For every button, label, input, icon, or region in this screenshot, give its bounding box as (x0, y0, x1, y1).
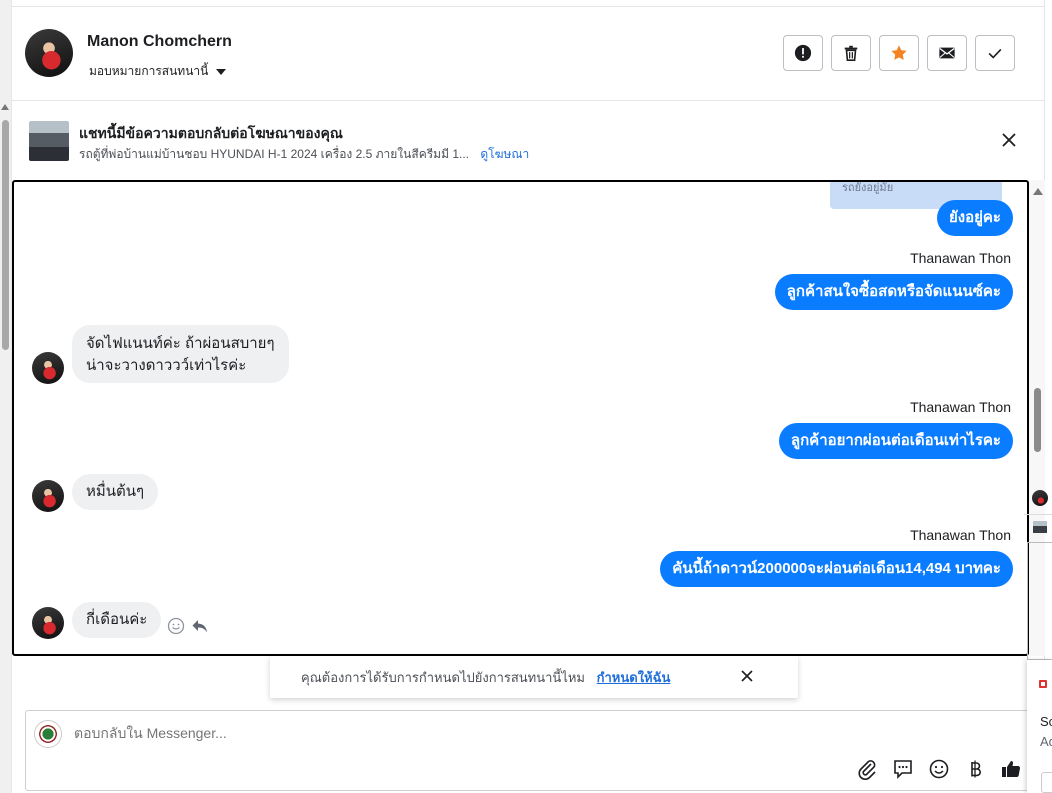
ad-description: รถตู้ที่พ่อบ้านแม่บ้านชอบ HYUNDAI H-1 20… (79, 147, 469, 161)
scroll-up-arrow-icon[interactable] (1033, 188, 1043, 195)
message-bubble-in[interactable]: หมื่นต้นๆ (72, 474, 159, 510)
sender-name: Thanawan Thon (910, 250, 1011, 266)
assign-to-me-link[interactable]: กำหนดให้ฉัน (597, 670, 671, 685)
ad-reply-banner: แชทนี้มีข้อความตอบกลับต่อโฆษณาของคุณ รถต… (12, 101, 1044, 180)
side-panel-box (1027, 542, 1052, 660)
side-panel-text: Ad (1040, 734, 1052, 749)
react-emoji-icon[interactable] (167, 617, 185, 635)
mark-done-button[interactable] (975, 35, 1015, 71)
thread-scrollbar-thumb[interactable] (1034, 388, 1041, 452)
envelope-icon (939, 47, 955, 59)
assign-prompt: คุณต้องการได้รับการกำหนดไปยังการสนทนานี้… (301, 667, 670, 688)
assign-prompt-toast: คุณต้องการได้รับการกำหนดไปยังการสนทนานี้… (270, 656, 798, 698)
exclamation-icon (794, 44, 812, 62)
mark-unread-button[interactable] (927, 35, 967, 71)
emoji-icon[interactable] (928, 758, 950, 780)
message-bubble-out[interactable]: คันนี้ถ้าดาวน์200000จะผ่อนต่อเดือน14,494… (660, 551, 1013, 587)
mark-spam-button[interactable] (783, 35, 823, 71)
ad-thumbnail[interactable] (1033, 521, 1047, 533)
page-scrollbar[interactable] (0, 0, 11, 793)
delete-button[interactable] (831, 35, 871, 71)
caret-down-icon (216, 68, 227, 75)
quoted-text: รถยังอยู่มั้ย (842, 182, 894, 194)
view-ad-link[interactable]: ดูโฆษณา (480, 147, 529, 161)
trash-icon (844, 45, 858, 62)
header-actions (783, 35, 1015, 71)
side-panel-peek: Sc Ad (1024, 484, 1052, 793)
message-bubble-in[interactable]: กี่เดือนค่ะ (72, 602, 162, 638)
contact-avatar-small[interactable] (1032, 490, 1048, 506)
conversation-header: Manon Chomchern มอบหมายการสนทนานี้ (12, 7, 1044, 101)
message-bubble-out[interactable]: ยังอยู่คะ (936, 200, 1013, 236)
contact-avatar-small[interactable] (32, 352, 64, 384)
saved-reply-icon[interactable] (892, 758, 914, 780)
close-icon[interactable] (740, 669, 754, 683)
contact-name[interactable]: Manon Chomchern (87, 33, 232, 51)
reply-icon[interactable] (191, 617, 209, 635)
ad-thumbnail[interactable] (29, 121, 69, 161)
scroll-up-arrow-icon[interactable] (1, 104, 9, 110)
sender-name: Thanawan Thon (910, 399, 1011, 415)
message-line: น่าจะวางดาววว์เท่าไรค่ะ (86, 357, 247, 374)
page-scrollbar-thumb[interactable] (2, 120, 9, 350)
message-line: จัดไฟแนนท์ค่ะ ถ้าผ่อนสบายๆ (86, 335, 275, 352)
message-bubble-in[interactable]: จัดไฟแนนท์ค่ะ ถ้าผ่อนสบายๆ น่าจะวางดาววว… (72, 325, 289, 383)
message-actions (167, 617, 209, 635)
assign-prompt-text: คุณต้องการได้รับการกำหนดไปยังการสนทนานี้… (301, 670, 585, 685)
inbox-window: Manon Chomchern มอบหมายการสนทนานี้ แชทนี… (0, 0, 1052, 793)
sender-name: Thanawan Thon (910, 527, 1011, 543)
contact-avatar-small[interactable] (32, 607, 64, 639)
check-icon (988, 48, 1002, 59)
message-bubble-out[interactable]: ลูกค้าสนใจซื้อสดหรือจัดแนนซ์คะ (774, 274, 1013, 310)
star-icon (891, 45, 907, 60)
side-panel-tab[interactable] (1041, 772, 1052, 793)
attach-icon[interactable] (856, 758, 878, 780)
message-bubble-out[interactable]: ลูกค้าอยากผ่อนต่อเดือนเท่าไรคะ (778, 423, 1013, 459)
composer-toolbar (856, 758, 1022, 780)
contact-avatar[interactable] (25, 29, 73, 77)
page-avatar (34, 720, 62, 748)
assign-conversation-dropdown[interactable]: มอบหมายการสนทนานี้ (89, 62, 227, 81)
message-thread[interactable]: รถยังอยู่มั้ย ยังอยู่คะ Thanawan Thon ลู… (12, 180, 1029, 656)
side-panel-text: Sc (1040, 714, 1052, 729)
star-button[interactable] (879, 35, 919, 71)
ad-banner-subtitle: รถตู้ที่พ่อบ้านแม่บ้านชอบ HYUNDAI H-1 20… (79, 145, 529, 164)
contact-avatar-small[interactable] (32, 480, 64, 512)
close-icon[interactable] (1000, 131, 1018, 149)
reply-input[interactable] (74, 725, 774, 741)
assign-label: มอบหมายการสนทนานี้ (89, 64, 209, 78)
divider (1024, 514, 1052, 515)
conversation-panel: Manon Chomchern มอบหมายการสนทนานี้ แชทนี… (11, 0, 1045, 793)
like-icon[interactable] (1000, 758, 1022, 780)
notification-icon (1039, 680, 1047, 688)
ad-banner-title: แชทนี้มีข้อความตอบกลับต่อโฆษณาของคุณ (79, 125, 343, 141)
baht-icon[interactable] (964, 758, 986, 780)
reply-composer (25, 710, 1035, 791)
